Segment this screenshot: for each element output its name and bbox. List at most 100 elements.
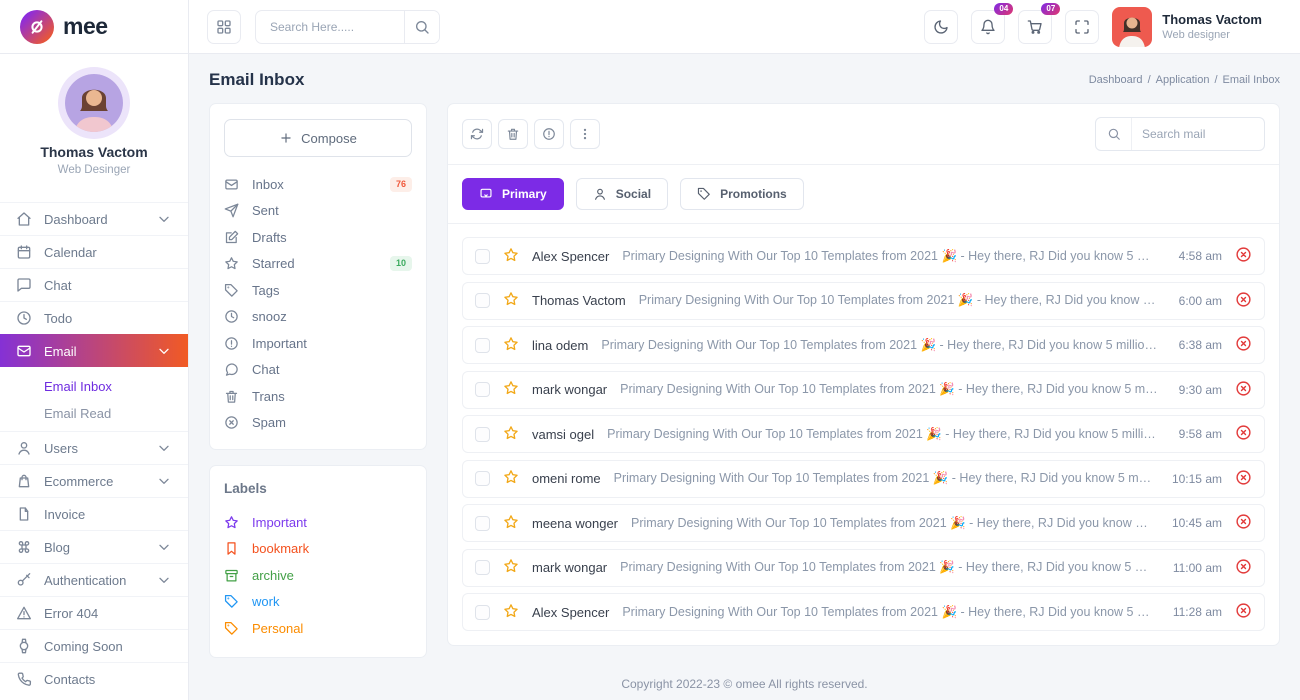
email-row[interactable]: mark wongarPrimary Designing With Our To… — [462, 549, 1265, 587]
delete-icon[interactable] — [1235, 602, 1252, 622]
email-row[interactable]: vamsi ogelPrimary Designing With Our Top… — [462, 415, 1265, 453]
folder-sent[interactable]: Sent — [224, 198, 412, 225]
folder-chat[interactable]: Chat — [224, 357, 412, 384]
profile-menu[interactable]: Thomas Vactom Web designer — [1112, 7, 1262, 47]
grid-menu-button[interactable] — [207, 10, 241, 44]
star-icon[interactable] — [503, 469, 519, 488]
folder-drafts[interactable]: Drafts — [224, 224, 412, 251]
label-bookmark[interactable]: bookmark — [224, 536, 412, 563]
notifications-button[interactable]: 04 — [971, 10, 1005, 44]
fullscreen-button[interactable] — [1065, 10, 1099, 44]
email-row[interactable]: lina odemPrimary Designing With Our Top … — [462, 326, 1265, 364]
delete-icon[interactable] — [1235, 291, 1252, 311]
sidebar-item-contacts[interactable]: Contacts — [0, 662, 188, 695]
sidebar-subitem-email-inbox[interactable]: Email Inbox — [44, 379, 188, 394]
star-icon[interactable] — [503, 247, 519, 266]
delete-icon[interactable] — [1235, 246, 1252, 266]
star-icon[interactable] — [503, 603, 519, 622]
email-row[interactable]: Thomas VactomPrimary Designing With Our … — [462, 282, 1265, 320]
tag-icon — [224, 283, 239, 298]
email-row[interactable]: omeni romePrimary Designing With Our Top… — [462, 460, 1265, 498]
sidebar-item-calendar[interactable]: Calendar — [0, 235, 188, 268]
sidebar-item-email[interactable]: Email — [0, 334, 188, 367]
row-checkbox[interactable] — [475, 338, 490, 353]
label-important[interactable]: Important — [224, 509, 412, 536]
tab-social[interactable]: Social — [576, 178, 668, 210]
email-row[interactable]: Alex SpencerPrimary Designing With Our T… — [462, 593, 1265, 631]
star-icon[interactable] — [503, 425, 519, 444]
email-time: 11:28 am — [1173, 605, 1222, 619]
header-search-input[interactable] — [256, 20, 404, 34]
search-icon — [414, 19, 430, 35]
delete-icon[interactable] — [1235, 380, 1252, 400]
label-personal[interactable]: Personal — [224, 615, 412, 642]
tab-promotions[interactable]: Promotions — [680, 178, 804, 210]
more-vertical-button[interactable] — [570, 119, 600, 149]
user-icon — [16, 440, 32, 456]
sidebar-item-todo[interactable]: Todo — [0, 301, 188, 334]
label-archive[interactable]: archive — [224, 562, 412, 589]
folder-starred[interactable]: Starred10 — [224, 251, 412, 278]
refresh-button[interactable] — [462, 119, 492, 149]
row-checkbox[interactable] — [475, 471, 490, 486]
sidebar-item-coming-soon[interactable]: Coming Soon — [0, 629, 188, 662]
email-subject: Primary Designing With Our Top 10 Templa… — [622, 605, 1154, 620]
sidebar-item-blog[interactable]: Blog — [0, 530, 188, 563]
folder-inbox[interactable]: Inbox76 — [224, 171, 412, 198]
delete-icon[interactable] — [1235, 558, 1252, 578]
email-row[interactable]: Alex SpencerPrimary Designing With Our T… — [462, 237, 1265, 275]
email-sender: mark wongar — [532, 560, 607, 575]
label-work[interactable]: work — [224, 589, 412, 616]
delete-icon[interactable] — [1235, 469, 1252, 489]
cart-button[interactable]: 07 — [1018, 10, 1052, 44]
breadcrumb-dashboard[interactable]: Dashboard — [1089, 74, 1143, 86]
alert-circle-button[interactable] — [534, 119, 564, 149]
star-icon[interactable] — [503, 380, 519, 399]
delete-icon[interactable] — [1235, 424, 1252, 444]
folder-important[interactable]: Important — [224, 330, 412, 357]
star-icon[interactable] — [503, 558, 519, 577]
sidebar-item-invoice[interactable]: Invoice — [0, 497, 188, 530]
sidebar-subitem-email-read[interactable]: Email Read — [44, 406, 188, 421]
email-row[interactable]: meena wongerPrimary Designing With Our T… — [462, 504, 1265, 542]
sidebar-item-dashboard[interactable]: Dashboard — [0, 202, 188, 235]
delete-icon[interactable] — [1235, 335, 1252, 355]
row-checkbox[interactable] — [475, 382, 490, 397]
breadcrumb-application[interactable]: Application — [1156, 74, 1210, 86]
delete-icon[interactable] — [1235, 513, 1252, 533]
email-time: 10:45 am — [1172, 516, 1222, 530]
row-checkbox[interactable] — [475, 560, 490, 575]
row-checkbox[interactable] — [475, 427, 490, 442]
mail-icon — [224, 177, 239, 192]
star-icon[interactable] — [503, 514, 519, 533]
compose-button[interactable]: Compose — [224, 119, 412, 157]
row-checkbox[interactable] — [475, 516, 490, 531]
brand-logo[interactable]: mee — [0, 0, 189, 53]
folder-spam[interactable]: Spam — [224, 410, 412, 437]
mail-search-input[interactable] — [1132, 127, 1264, 141]
email-time: 11:00 am — [1173, 561, 1222, 575]
tag-icon — [697, 187, 711, 201]
folder-snooz[interactable]: snooz — [224, 304, 412, 331]
trash-button[interactable] — [498, 119, 528, 149]
sidebar-item-authentication[interactable]: Authentication — [0, 563, 188, 596]
star-icon — [224, 256, 239, 271]
key-icon — [16, 572, 32, 588]
row-checkbox[interactable] — [475, 293, 490, 308]
folder-tags[interactable]: Tags — [224, 277, 412, 304]
star-icon[interactable] — [503, 336, 519, 355]
row-checkbox[interactable] — [475, 605, 490, 620]
row-checkbox[interactable] — [475, 249, 490, 264]
tab-primary[interactable]: Primary — [462, 178, 564, 210]
sidebar-item-error-404[interactable]: Error 404 — [0, 596, 188, 629]
folder-trans[interactable]: Trans — [224, 383, 412, 410]
trash-icon — [224, 389, 239, 404]
sidebar-item-ecommerce[interactable]: Ecommerce — [0, 464, 188, 497]
email-subject: Primary Designing With Our Top 10 Templa… — [601, 338, 1159, 353]
dark-mode-button[interactable] — [924, 10, 958, 44]
email-row[interactable]: mark wongarPrimary Designing With Our To… — [462, 371, 1265, 409]
sidebar-item-users[interactable]: Users — [0, 431, 188, 464]
star-icon[interactable] — [503, 291, 519, 310]
sidebar-item-chat[interactable]: Chat — [0, 268, 188, 301]
search-button[interactable] — [405, 10, 439, 44]
